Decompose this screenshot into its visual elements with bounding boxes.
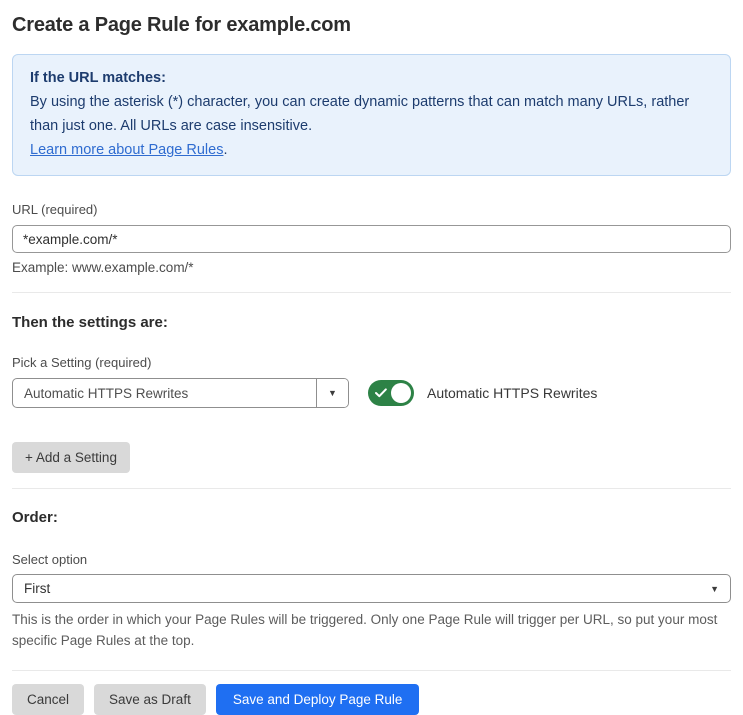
info-box-heading: If the URL matches: <box>30 70 166 86</box>
order-section-heading: Order: <box>12 509 58 526</box>
https-rewrites-toggle[interactable] <box>368 380 414 406</box>
url-example-helper: Example: www.example.com/* <box>12 260 194 275</box>
divider <box>12 292 731 293</box>
divider <box>12 488 731 489</box>
order-select-label: Select option <box>12 552 88 567</box>
info-box-link-row: Learn more about Page Rules. <box>30 138 713 162</box>
divider <box>12 670 731 671</box>
url-input[interactable] <box>12 225 731 253</box>
chevron-down-icon: ▼ <box>710 583 719 594</box>
setting-select-value: Automatic HTTPS Rewrites <box>24 385 189 401</box>
setting-row: Automatic HTTPS Rewrites ▼ Automatic HTT… <box>12 378 731 408</box>
save-as-draft-button[interactable]: Save as Draft <box>94 684 206 715</box>
setting-select[interactable]: Automatic HTTPS Rewrites ▼ <box>12 378 349 408</box>
check-icon <box>375 388 387 398</box>
order-select-value: First <box>24 581 51 596</box>
info-box-body: By using the asterisk (*) character, you… <box>30 90 713 138</box>
chevron-down-icon[interactable]: ▼ <box>316 379 348 407</box>
url-field-label: URL (required) <box>12 202 98 217</box>
order-helper-text: This is the order in which your Page Rul… <box>12 612 718 648</box>
footer-actions: Cancel Save as Draft Save and Deploy Pag… <box>12 684 731 715</box>
toggle-knob <box>391 383 411 403</box>
link-period: . <box>223 142 228 158</box>
url-matches-info-box: If the URL matches: By using the asteris… <box>12 54 731 176</box>
cancel-button[interactable]: Cancel <box>12 684 85 715</box>
pick-setting-label: Pick a Setting (required) <box>12 355 152 370</box>
order-select[interactable]: First ▼ <box>12 574 731 603</box>
learn-more-link[interactable]: Learn more about Page Rules <box>30 142 223 158</box>
page-rule-form: Create a Page Rule for example.com If th… <box>0 14 743 715</box>
page-title: Create a Page Rule for example.com <box>12 14 351 36</box>
save-deploy-button[interactable]: Save and Deploy Page Rule <box>215 684 420 715</box>
settings-section-heading: Then the settings are: <box>12 314 168 331</box>
toggle-label: Automatic HTTPS Rewrites <box>427 385 598 401</box>
info-box-text: By using the asterisk (*) character, you… <box>30 94 690 134</box>
add-setting-button[interactable]: + Add a Setting <box>12 442 130 473</box>
